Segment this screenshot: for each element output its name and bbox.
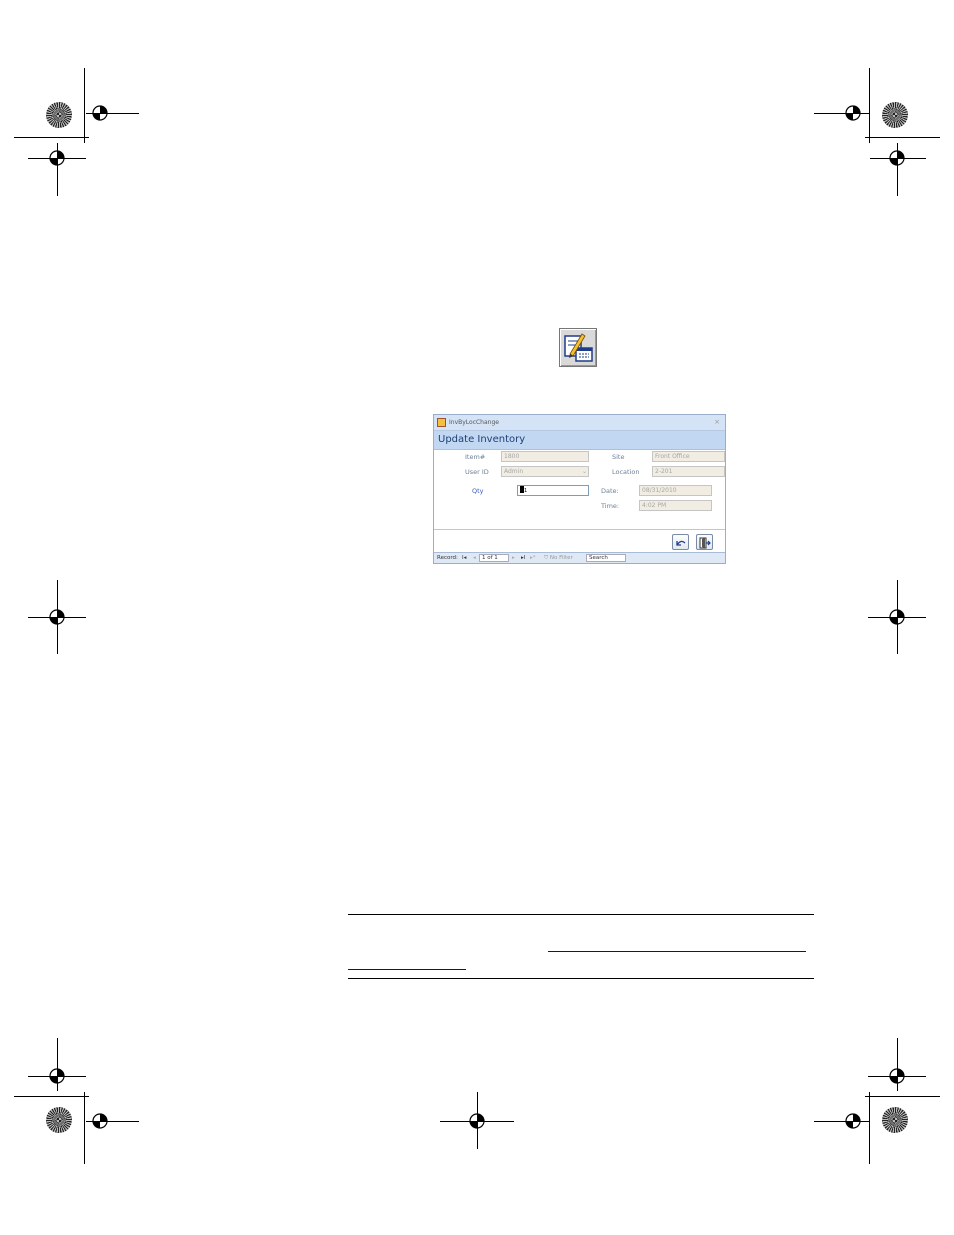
record-label: Record:: [437, 555, 458, 561]
new-record-button[interactable]: ▸*: [530, 554, 536, 562]
form-header: Update Inventory: [434, 431, 725, 450]
location-field[interactable]: 2-201: [652, 466, 725, 477]
undo-icon: [676, 540, 686, 546]
item-field[interactable]: 1800: [501, 451, 589, 462]
registration-starburst-icon: [882, 1107, 908, 1133]
qty-value: 1: [524, 488, 528, 494]
funnel-icon: ⛉: [544, 555, 549, 561]
qty-label: Qty: [472, 487, 484, 495]
exit-door-icon: [699, 537, 711, 549]
update-inventory-form-window: InvByLocChange × Update Inventory Item# …: [433, 414, 726, 564]
update-inventory-tool-button[interactable]: [559, 328, 597, 367]
chevron-down-icon[interactable]: ⌄: [582, 467, 587, 476]
hyperlink-underline[interactable]: [348, 969, 466, 970]
user-id-label: User ID: [465, 468, 489, 476]
first-record-button[interactable]: I◂: [462, 554, 466, 562]
form-app-icon: [437, 418, 446, 427]
form-title-bar: InvByLocChange ×: [434, 415, 725, 431]
qty-field[interactable]: 1: [517, 485, 589, 496]
registration-starburst-icon: [882, 102, 908, 128]
time-field[interactable]: 4:02 PM: [639, 500, 712, 511]
record-navigation-bar: Record: I◂ ◂ 1 of 1 ▸ ▸I ▸* ⛉ No Filter …: [434, 552, 725, 563]
filter-status: No Filter: [549, 555, 573, 561]
location-label: Location: [612, 468, 640, 476]
time-label: Time:: [601, 502, 620, 510]
note-top-rule: [348, 914, 814, 915]
undo-button[interactable]: [672, 534, 689, 550]
previous-record-button[interactable]: ◂: [473, 554, 476, 562]
user-id-value: Admin: [504, 468, 524, 475]
filter-toggle[interactable]: ⛉ No Filter: [544, 554, 573, 562]
note-bottom-rule: [348, 978, 814, 979]
registration-starburst-icon: [46, 1107, 72, 1133]
last-record-button[interactable]: ▸I: [521, 554, 525, 562]
date-label: Date:: [601, 487, 619, 495]
item-label: Item#: [465, 453, 486, 461]
record-position-field[interactable]: 1 of 1: [479, 554, 509, 562]
form-footer-divider: [434, 529, 725, 530]
user-id-dropdown[interactable]: Admin ⌄: [501, 466, 589, 477]
close-icon[interactable]: ×: [714, 415, 720, 430]
date-field[interactable]: 08/31/2010: [639, 485, 712, 496]
exit-button[interactable]: [696, 534, 713, 550]
search-input[interactable]: Search: [586, 554, 626, 562]
site-label: Site: [612, 453, 625, 461]
next-record-button[interactable]: ▸: [512, 554, 515, 562]
hyperlink-underline[interactable]: [548, 951, 806, 952]
site-field[interactable]: Front Office: [652, 451, 725, 462]
edit-form-icon: [564, 333, 593, 362]
form-title: InvByLocChange: [449, 419, 499, 426]
registration-starburst-icon: [46, 102, 72, 128]
